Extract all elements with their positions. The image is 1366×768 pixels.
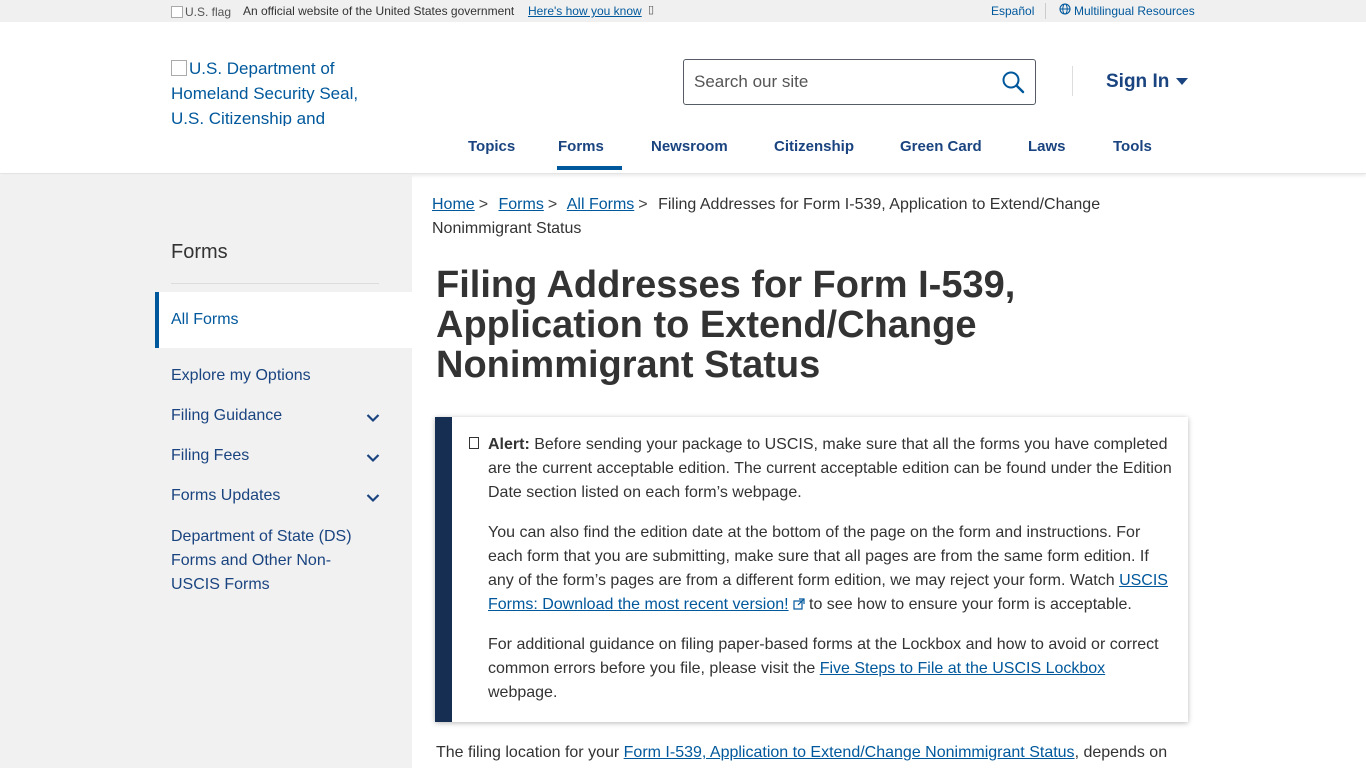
- nav-green-card[interactable]: Green Card: [900, 138, 982, 155]
- breadcrumb-separator: >: [547, 196, 558, 213]
- nav-topics[interactable]: Topics: [468, 138, 515, 155]
- alert-text-1: Before sending your package to USCIS, ma…: [488, 436, 1172, 501]
- sidebar-item-ds-forms[interactable]: Department of State (DS) Forms and Other…: [171, 525, 371, 597]
- search-input[interactable]: [684, 60, 984, 104]
- five-steps-lockbox-link[interactable]: Five Steps to File at the USCIS Lockbox: [820, 660, 1105, 677]
- alert-body: Alert: Before sending your package to US…: [488, 433, 1178, 721]
- breadcrumb-all-forms[interactable]: All Forms: [567, 196, 635, 213]
- alert-text-2-end: to see how to ensure your form is accept…: [804, 596, 1132, 613]
- espanol-link[interactable]: Español: [991, 4, 1034, 18]
- official-website-text: An official website of the United States…: [243, 4, 515, 18]
- alert-box: Alert: Before sending your package to US…: [435, 417, 1188, 722]
- alert-paragraph-1: Alert: Before sending your package to US…: [488, 433, 1178, 505]
- gov-banner: U.S. flag An official website of the Uni…: [0, 0, 1366, 22]
- us-flag-image: U.S. flag: [171, 5, 231, 19]
- intro-text: The filing location for your: [436, 744, 624, 761]
- nav-forms[interactable]: Forms: [558, 138, 604, 155]
- alert-icon: [469, 437, 479, 449]
- broken-image-icon: [171, 60, 187, 76]
- breadcrumb-home[interactable]: Home: [432, 196, 475, 213]
- alert-paragraph-2: You can also find the edition date at th…: [488, 521, 1178, 617]
- sidebar-item-explore-options[interactable]: Explore my Options: [171, 367, 311, 385]
- sidebar: Forms All Forms Explore my Options Filin…: [0, 175, 412, 768]
- sidebar-title: Forms: [171, 241, 228, 263]
- broken-image-icon: [171, 6, 183, 18]
- alert-text-2: You can also find the edition date at th…: [488, 524, 1149, 589]
- header-divider: [1072, 66, 1073, 96]
- sidebar-item-filing-fees[interactable]: Filing Fees: [171, 447, 249, 465]
- globe-icon: [1059, 3, 1071, 18]
- breadcrumb-forms[interactable]: Forms: [498, 196, 543, 213]
- alert-paragraph-3: For additional guidance on filing paper-…: [488, 633, 1178, 705]
- nav-active-indicator: [557, 166, 622, 170]
- logo-alt-text: U.S. Department of Homeland Security Sea…: [171, 59, 359, 126]
- sign-in-button[interactable]: Sign In: [1106, 71, 1169, 93]
- uscis-logo[interactable]: U.S. Department of Homeland Security Sea…: [171, 56, 371, 126]
- intro-paragraph: The filing location for your Form I-539,…: [436, 741, 1186, 765]
- sidebar-item-label: All Forms: [171, 311, 239, 328]
- alert-label: Alert:: [488, 436, 530, 453]
- flag-alt-text: U.S. flag: [185, 5, 232, 19]
- chevron-down-icon[interactable]: [366, 490, 380, 503]
- main-nav: Topics Forms Newsroom Citizenship Green …: [0, 136, 1366, 174]
- breadcrumb-separator: >: [638, 196, 648, 213]
- breadcrumb-separator: >: [478, 196, 489, 213]
- sidebar-item-forms-updates[interactable]: Forms Updates: [171, 487, 280, 505]
- sidebar-item-filing-guidance[interactable]: Filing Guidance: [171, 407, 282, 425]
- chevron-down-icon[interactable]: [366, 450, 380, 463]
- nav-laws[interactable]: Laws: [1028, 138, 1066, 155]
- form-i539-link[interactable]: Form I-539, Application to Extend/Change…: [624, 744, 1075, 761]
- site-header: U.S. Department of Homeland Security Sea…: [0, 22, 1366, 174]
- alert-text-3-end: webpage.: [488, 684, 558, 701]
- multilingual-resources-link[interactable]: Multilingual Resources: [1074, 4, 1195, 18]
- nav-newsroom[interactable]: Newsroom: [651, 138, 728, 155]
- banner-divider: [1045, 3, 1046, 19]
- nav-tools[interactable]: Tools: [1113, 138, 1152, 155]
- intro-text-end: , depends on: [1074, 744, 1168, 761]
- breadcrumb: Home > Forms > All Forms > Filing Addresses…: [432, 193, 1192, 241]
- search-icon[interactable]: [1001, 70, 1025, 94]
- expand-icon[interactable]: ▯: [648, 3, 654, 16]
- chevron-down-icon[interactable]: [366, 410, 380, 423]
- caret-down-icon[interactable]: [1176, 78, 1188, 85]
- external-link-icon: [792, 594, 805, 610]
- how-you-know-link[interactable]: Here's how you know: [528, 4, 642, 18]
- page-title: Filing Addresses for Form I-539, Applica…: [436, 264, 1016, 386]
- search-box: [683, 59, 1036, 105]
- nav-citizenship[interactable]: Citizenship: [774, 138, 854, 155]
- sidebar-item-all-forms[interactable]: All Forms: [155, 292, 412, 348]
- sidebar-divider: [171, 283, 379, 284]
